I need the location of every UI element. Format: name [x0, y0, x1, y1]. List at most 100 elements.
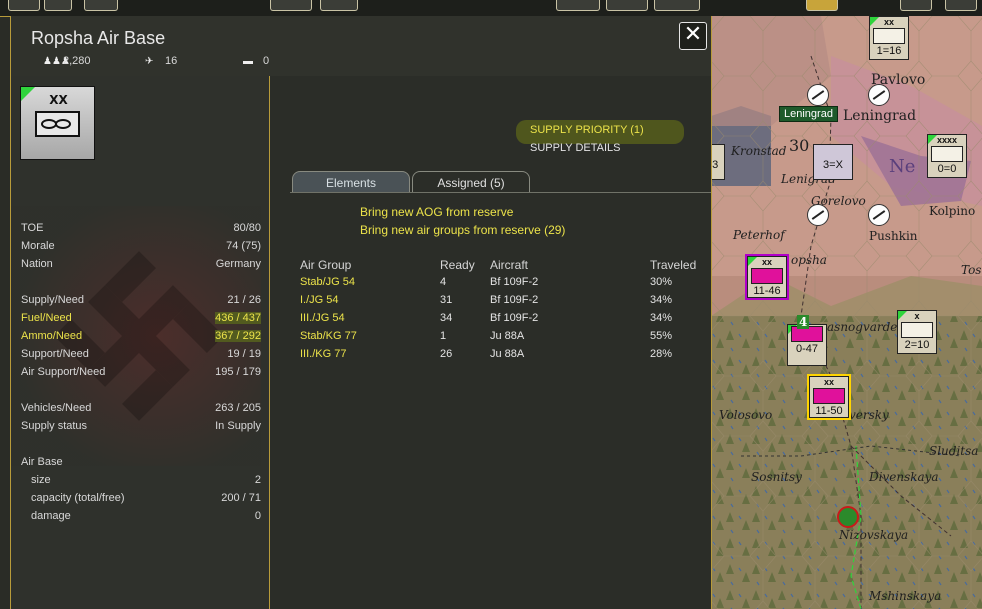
toolbar-button[interactable] — [44, 0, 72, 11]
toolbar-button[interactable] — [84, 0, 118, 11]
tab-divider — [290, 192, 711, 193]
hex-map[interactable]: Pavlovo Leningrad Kronstad Ne Lenigrad G… — [711, 16, 982, 609]
unit-counter-large[interactable]: XX — [20, 86, 95, 160]
unit-counter[interactable]: xx 1=16 — [869, 16, 909, 60]
row-value: 74 (75) — [226, 240, 261, 252]
airbase-detail-panel: SUPPLY PRIORITY (1) SUPPLY DETAILS Eleme… — [270, 76, 711, 609]
toolbar-button[interactable] — [606, 0, 648, 11]
unit-counter[interactable]: x 2=10 — [897, 310, 937, 354]
tab-elements[interactable]: Elements — [292, 171, 410, 193]
row-label: Fuel/Need — [21, 312, 72, 324]
row-label: Support/Need — [21, 348, 89, 360]
toolbar-button[interactable] — [900, 0, 932, 11]
unit-counter[interactable]: xxxx 0=0 — [927, 134, 967, 178]
airbase-dialog: Ropsha Air Base ♟♟♟2,280 ✈ 16 ▬ 0 ✕ XX TOE… — [10, 16, 712, 609]
air-group-aircraft: Bf 109F-2 — [490, 294, 539, 306]
counter-strength: 1=16 — [876, 45, 902, 57]
dialog-header: Ropsha Air Base ♟♟♟2,280 ✈ 16 ▬ 0 ✕ — [11, 16, 711, 77]
info-row: Morale 74 (75) — [21, 240, 261, 256]
row-value: 0 — [254, 510, 261, 522]
combat-marker-icon[interactable] — [837, 506, 859, 528]
toolbar-button[interactable] — [654, 0, 700, 11]
city-tag[interactable]: Leningrad — [779, 106, 838, 122]
air-group-traveled: 28% — [650, 348, 673, 360]
unit-counter[interactable]: =3 — [711, 144, 725, 180]
air-group-ready: 26 — [440, 348, 453, 360]
row-label: Air Base — [21, 456, 63, 468]
toolbar-button[interactable] — [556, 0, 600, 11]
dialog-title: Ropsha Air Base — [31, 28, 166, 48]
counter-symbol — [901, 322, 933, 338]
row-value: 200 / 71 — [221, 492, 261, 504]
town-label: Ne — [889, 156, 916, 177]
row-label: damage — [31, 510, 71, 522]
close-button[interactable]: ✕ — [679, 22, 707, 50]
toolbar-button[interactable] — [320, 0, 358, 11]
bring-aog-link[interactable]: Bring new AOG from reserve — [360, 205, 513, 219]
counter-strength: 0=0 — [937, 163, 957, 175]
row-label: Vehicles/Need — [21, 402, 92, 414]
unit-counter-highlighted[interactable]: xx 11-50 — [807, 374, 851, 420]
airbase-icon[interactable] — [868, 84, 890, 106]
air-group-aircraft: Bf 109F-2 — [490, 312, 539, 324]
town-label: Sosnitsy — [751, 470, 802, 484]
row-value: 80/80 — [233, 222, 261, 234]
town-label: Sluditsa — [929, 444, 979, 458]
tank-icon: ▬ — [243, 56, 253, 67]
air-group-ready: 1 — [440, 330, 447, 342]
toolbar-button[interactable] — [270, 0, 312, 11]
row-label: Air Support/Need — [21, 366, 106, 378]
row-label: TOE — [21, 222, 44, 234]
row-label: Nation — [21, 258, 53, 270]
unit-counter[interactable]: 0-47 — [787, 324, 827, 366]
info-row: Supply status In Supply — [21, 420, 261, 436]
col-header-aircraft[interactable]: Aircraft — [490, 258, 528, 272]
town-label: Leningrad — [843, 108, 917, 124]
top-toolbar — [0, 0, 982, 17]
unit-counter[interactable]: 3=X — [813, 144, 853, 180]
air-group-name[interactable]: III./KG 77 — [300, 348, 346, 360]
row-value: Germany — [215, 258, 261, 270]
counter-strength: 2=10 — [904, 339, 930, 351]
air-group-name[interactable]: III./JG 54 — [300, 312, 345, 324]
supply-priority-link[interactable]: SUPPLY PRIORITY (1) — [530, 124, 644, 136]
airbase-icon[interactable] — [807, 84, 829, 106]
tab-assigned[interactable]: Assigned (5) — [412, 171, 530, 193]
row-value: 436 / 437 — [215, 312, 261, 324]
info-row: capacity (total/free) 200 / 71 — [21, 492, 261, 508]
counter-symbol — [813, 388, 845, 404]
toolbar-button[interactable] — [8, 0, 40, 11]
airbase-icon[interactable] — [868, 204, 890, 226]
row-label: Supply status — [21, 420, 88, 432]
airbase-icon[interactable] — [807, 204, 829, 226]
bring-air-groups-link[interactable]: Bring new air groups from reserve (29) — [360, 223, 565, 237]
counter-strength: 11-50 — [815, 405, 843, 417]
town-label: asnogvarde — [827, 320, 898, 334]
unit-corner — [748, 257, 757, 266]
manpower-value: 2,280 — [63, 55, 91, 67]
air-group-ready: 4 — [440, 276, 447, 288]
unit-corner — [870, 17, 879, 26]
toolbar-button[interactable] — [806, 0, 838, 11]
town-label: Kronstad — [731, 144, 787, 158]
col-header-traveled[interactable]: Traveled — [650, 258, 696, 272]
air-group-name[interactable]: I./JG 54 — [300, 294, 339, 306]
row-label: Morale — [21, 240, 55, 252]
counter-symbol — [931, 146, 963, 162]
unit-info-panel: XX TOE 80/80 Morale 74 (75) Nation Germany … — [11, 76, 270, 609]
toolbar-button[interactable] — [945, 0, 977, 11]
town-label: Tos — [961, 263, 982, 277]
counter-size: xx — [823, 377, 834, 387]
col-header-air-group[interactable]: Air Group — [300, 258, 351, 272]
air-group-ready: 31 — [440, 294, 453, 306]
air-group-name[interactable]: Stab/KG 77 — [300, 330, 357, 342]
counter-strength: 11-46 — [753, 285, 781, 297]
town-label: Peterhof — [733, 228, 785, 242]
manpower-stat: ♟♟♟2,280 — [43, 55, 91, 67]
aircraft-stat: ✈ 16 — [145, 55, 177, 67]
supply-details-link[interactable]: SUPPLY DETAILS — [530, 142, 620, 154]
col-header-ready[interactable]: Ready — [440, 258, 475, 272]
info-row: Support/Need 19 / 19 — [21, 348, 261, 364]
unit-counter-selected[interactable]: xx 11-46 — [745, 254, 789, 300]
air-group-name[interactable]: Stab/JG 54 — [300, 276, 355, 288]
